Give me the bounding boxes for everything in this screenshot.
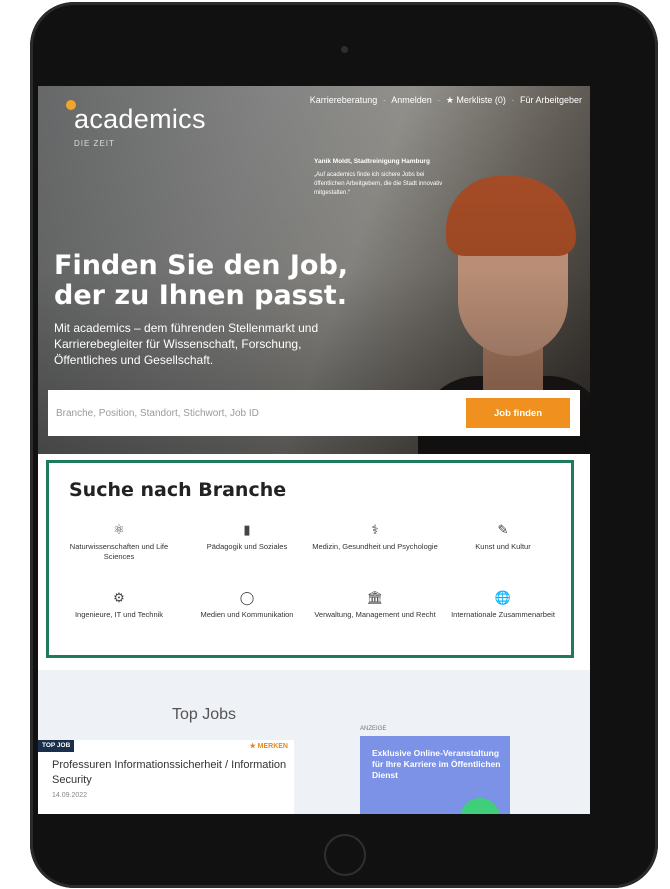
hero-headline: Finden Sie den Job, der zu Ihnen passt. (54, 250, 349, 311)
camera (341, 46, 348, 53)
ad-label: ANZEIGE (360, 726, 387, 732)
nav-merkliste[interactable]: ★ Merkliste (0) (446, 95, 506, 106)
branche-section: Suche nach Branche ⚛ Naturwissenschaften… (38, 454, 590, 670)
ad-banner[interactable]: Exklusive Online-Veranstaltung für Ihre … (360, 736, 510, 814)
branche-verwaltung[interactable]: 🏛 Verwaltung, Management und Recht (311, 589, 439, 649)
stethoscope-icon: ⚕ (371, 522, 379, 537)
book-icon: ▮ (243, 522, 251, 537)
job-finden-button[interactable]: Job finden (466, 398, 570, 428)
search-input[interactable] (56, 399, 456, 427)
top-jobs-section: Top Jobs TOP JOB ★ MERKEN Professuren In… (38, 670, 590, 814)
branche-international[interactable]: 🌐 Internationale Zusammenarbeit (439, 589, 567, 649)
hero: academics DIE ZEIT Karriereberatung · An… (38, 86, 590, 456)
branche-naturwissenschaften[interactable]: ⚛ Naturwissenschaften und Life Sciences (55, 521, 183, 581)
branche-grid: ⚛ Naturwissenschaften und Life Sciences … (55, 521, 567, 651)
nav-fuer-arbeitgeber[interactable]: Für Arbeitgeber (520, 95, 582, 105)
ad-decoration (460, 798, 500, 814)
globe-icon: 🌐 (494, 590, 512, 605)
top-job-badge: TOP JOB (38, 740, 75, 752)
branche-paedagogik[interactable]: ▮ Pädagogik und Soziales (183, 521, 311, 581)
branche-title: Suche nach Branche (69, 479, 287, 501)
page: academics DIE ZEIT Karriereberatung · An… (0, 0, 670, 889)
branche-medizin[interactable]: ⚕ Medizin, Gesundheit und Psychologie (311, 521, 439, 581)
speech-bubble-icon: ◯ (239, 590, 255, 605)
branche-highlight-box: Suche nach Branche ⚛ Naturwissenschaften… (46, 460, 574, 658)
hero-subline: Mit academics – dem führenden Stellenmar… (54, 321, 319, 367)
job-card[interactable]: TOP JOB ★ MERKEN Professuren Information… (38, 740, 294, 814)
nav-anmelden[interactable]: Anmelden (391, 95, 432, 105)
testimonial: Yanik Moldt, Stadtreinigung Hamburg „Auf… (314, 158, 454, 198)
branche-medien[interactable]: ◯ Medien und Kommunikation (183, 589, 311, 649)
top-nav: Karriereberatung · Anmelden · ★ Merklist… (309, 95, 582, 106)
testimonial-text: „Auf academics finde ich sichere Jobs be… (314, 172, 443, 196)
merken-button[interactable]: ★ MERKEN (249, 742, 288, 750)
gear-icon: ⚙ (113, 590, 125, 605)
brush-icon: ✎ (497, 522, 509, 537)
branche-ingenieure[interactable]: ⚙ Ingenieure, IT und Technik (55, 589, 183, 649)
home-button[interactable] (324, 834, 366, 876)
job-title[interactable]: Professuren Informationssicherheit / Inf… (52, 758, 292, 788)
top-jobs-title: Top Jobs (172, 706, 237, 723)
website-screen: academics DIE ZEIT Karriereberatung · An… (38, 86, 590, 814)
institution-icon: 🏛 (366, 590, 384, 605)
job-date: 14.09.2022 (52, 792, 88, 799)
search-bar: Job finden (48, 390, 580, 436)
ad-text: Exklusive Online-Veranstaltung für Ihre … (372, 748, 501, 780)
atom-icon: ⚛ (113, 522, 125, 537)
testimonial-author: Yanik Moldt, Stadtreinigung Hamburg (314, 158, 430, 165)
nav-karriereberatung[interactable]: Karriereberatung (310, 95, 378, 105)
branche-kunst[interactable]: ✎ Kunst und Kultur (439, 521, 567, 581)
